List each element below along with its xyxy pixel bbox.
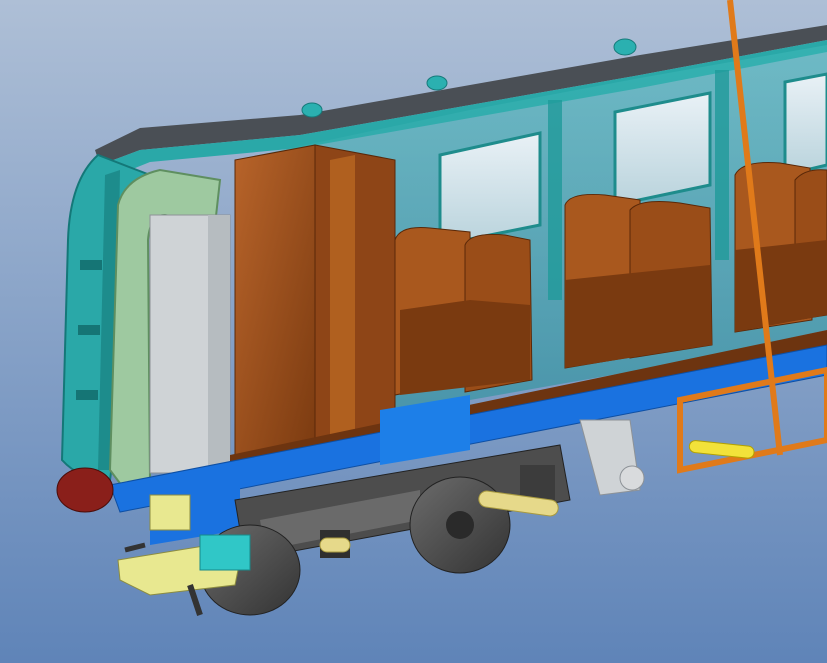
roof-vent-icon — [426, 75, 448, 91]
roof-vent-icon — [613, 38, 637, 56]
cad-render-canvas — [0, 0, 827, 663]
coach-window — [783, 72, 827, 177]
coach-window — [613, 91, 712, 207]
roof-vent-icon — [301, 102, 323, 118]
buffer — [56, 467, 114, 513]
axle-pin — [319, 537, 351, 553]
cab-door-frame — [108, 168, 231, 492]
